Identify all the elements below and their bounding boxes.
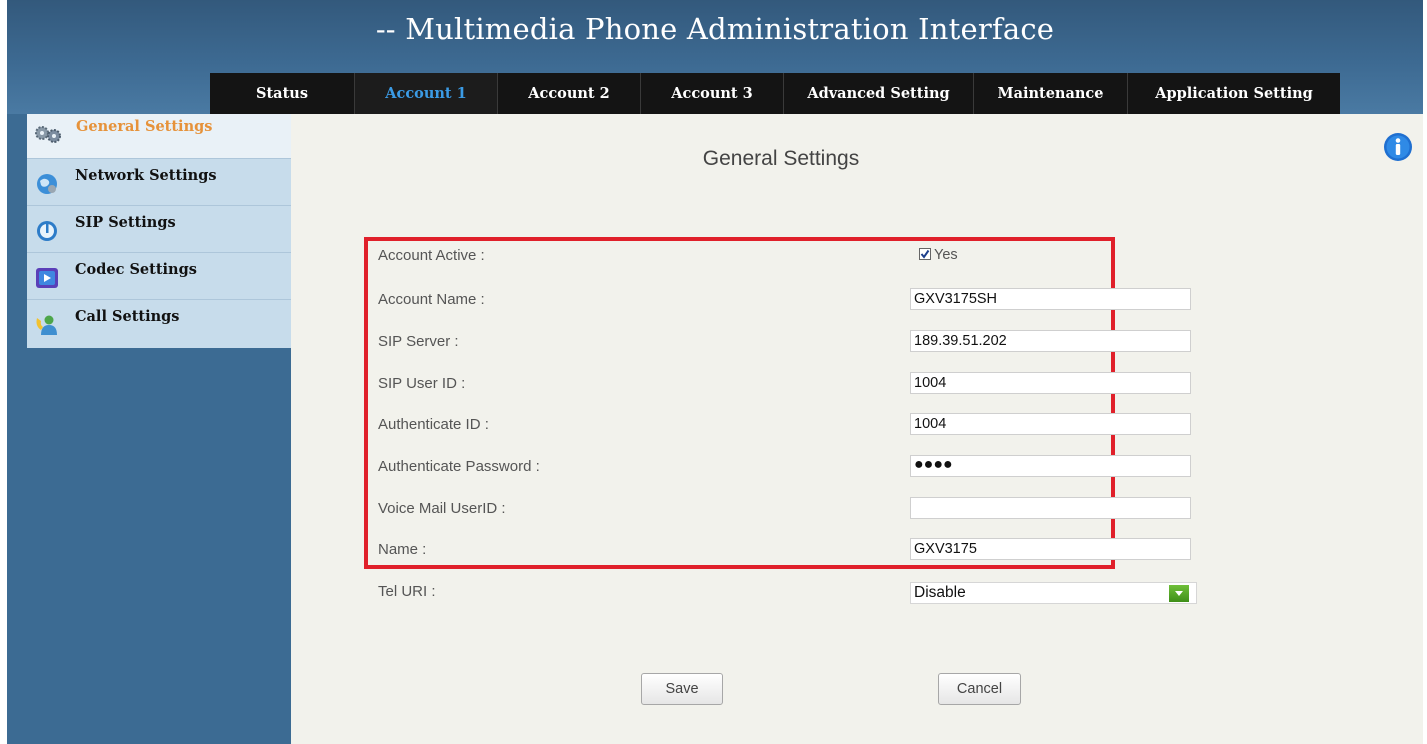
gears-icon [35, 126, 61, 143]
highlight-box [364, 237, 1115, 569]
authenticate-password-input[interactable]: ●●●● [910, 455, 1191, 477]
authenticate-password-label: Authenticate Password : [378, 458, 540, 475]
main-content: General Settings Account Active : Yes Ac… [291, 114, 1423, 744]
save-button[interactable]: Save [641, 673, 723, 705]
tab-maintenance[interactable]: Maintenance [973, 73, 1127, 114]
sip-server-label: SIP Server : [378, 333, 459, 350]
page-title: General Settings [702, 147, 860, 170]
sidebar-item-label: SIP Settings [75, 214, 176, 231]
tel-uri-label: Tel URI : [378, 583, 436, 600]
cancel-button[interactable]: Cancel [938, 673, 1021, 705]
chevron-down-icon[interactable] [1169, 585, 1189, 602]
name-input[interactable]: GXV3175 [910, 538, 1191, 560]
account-active-label: Account Active : [378, 247, 485, 264]
tab-advanced-setting[interactable]: Advanced Setting [783, 73, 973, 114]
codec-icon [36, 268, 58, 288]
header: -- Multimedia Phone Administration Inter… [7, 0, 1423, 114]
sip-user-id-input[interactable]: 1004 [910, 372, 1191, 394]
sidebar-item-call-settings[interactable]: Call Settings [27, 300, 291, 348]
sip-user-id-label: SIP User ID : [378, 375, 466, 392]
account-name-label: Account Name : [378, 291, 485, 308]
tab-account-3[interactable]: Account 3 [640, 73, 783, 114]
tab-status[interactable]: Status [210, 73, 354, 114]
main-nav: Status Account 1 Account 2 Account 3 Adv… [210, 73, 1340, 114]
sidebar: General Settings Network Settings SIP Se… [27, 114, 291, 348]
name-label: Name : [378, 541, 427, 558]
checkmark-icon [920, 249, 930, 259]
tab-account-1[interactable]: Account 1 [354, 73, 497, 114]
account-active-yes-label: Yes [934, 247, 958, 263]
authenticate-id-input[interactable]: 1004 [910, 413, 1191, 435]
tab-application-setting[interactable]: Application Setting [1127, 73, 1340, 114]
sip-icon [37, 221, 57, 241]
sidebar-item-label: General Settings [76, 118, 213, 135]
sidebar-item-codec-settings[interactable]: Codec Settings [27, 253, 291, 300]
sidebar-item-network-settings[interactable]: Network Settings [27, 159, 291, 206]
voice-mail-userid-input[interactable] [910, 497, 1191, 519]
sidebar-item-general-settings[interactable]: General Settings [27, 114, 291, 159]
voice-mail-userid-label: Voice Mail UserID : [378, 500, 506, 517]
info-icon[interactable] [1383, 132, 1413, 162]
user-phone-icon [36, 315, 57, 335]
account-name-input[interactable]: GXV3175SH [910, 288, 1191, 310]
tel-uri-select[interactable]: Disable [910, 582, 1197, 604]
page-frame: -- Multimedia Phone Administration Inter… [0, 0, 1427, 744]
account-active-checkbox[interactable] [919, 248, 931, 260]
app-title: -- Multimedia Phone Administration Inter… [375, 12, 1055, 46]
tel-uri-selected-value: Disable [914, 584, 966, 601]
authenticate-id-label: Authenticate ID : [378, 416, 489, 433]
sidebar-item-label: Network Settings [75, 167, 217, 184]
sip-server-input[interactable]: 189.39.51.202 [910, 330, 1191, 352]
sidebar-item-label: Call Settings [75, 308, 180, 325]
sidebar-item-sip-settings[interactable]: SIP Settings [27, 206, 291, 253]
sidebar-item-label: Codec Settings [75, 261, 197, 278]
tab-account-2[interactable]: Account 2 [497, 73, 640, 114]
globe-icon [37, 174, 57, 194]
